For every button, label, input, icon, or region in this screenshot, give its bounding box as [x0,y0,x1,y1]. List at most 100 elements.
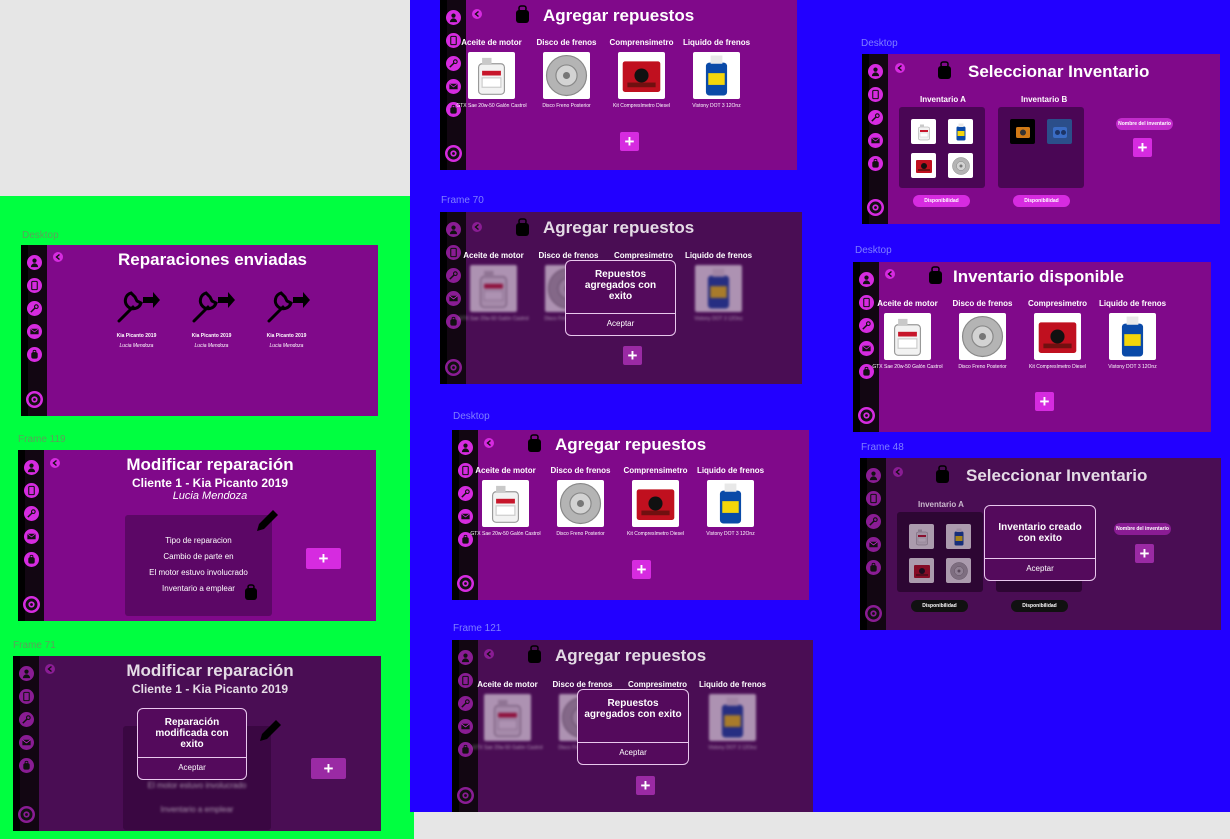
user-icon[interactable] [458,650,473,665]
backpack-icon[interactable] [19,758,34,773]
part-card[interactable]: Aceite de motor GTX Sae 20w-50 Galón Cast… [456,251,531,323]
add-inventory-button[interactable]: + [1133,138,1152,157]
part-card[interactable]: Comprensimetro Kit Compresímetro Diesel [618,466,693,538]
add-button[interactable]: + [632,560,651,579]
part-card[interactable]: Aceite de motor GTX Sae 20w-50 Galón Cast… [870,299,945,371]
part-card[interactable]: Comprensimetro Kit Compresímetro Diesel [604,38,679,110]
wrench-icon[interactable] [27,301,42,316]
user-icon[interactable] [19,666,34,681]
settings-gear-icon[interactable] [457,575,474,592]
user-icon[interactable] [868,64,883,79]
back-icon[interactable] [472,9,482,19]
availability-button[interactable]: Disponibilidad [913,195,970,207]
page-subtitle: Cliente 1 - Kia Picanto 2019 [131,682,289,696]
accept-button[interactable]: Aceptar [138,757,246,778]
part-card[interactable]: Disco de frenos Disco Freno Posterior [529,38,604,110]
wrench-icon[interactable] [19,712,34,727]
settings-gear-icon[interactable] [18,806,35,823]
mail-icon[interactable] [19,735,34,750]
inventory-name-field[interactable]: Nombre del inventario [1116,118,1173,130]
mail-icon[interactable] [24,529,39,544]
user-icon[interactable] [859,272,874,287]
back-icon[interactable] [895,63,905,73]
back-icon[interactable] [885,269,895,279]
user-icon[interactable] [446,10,461,25]
add-button[interactable]: + [311,758,346,779]
backpack-icon[interactable] [868,156,883,171]
availability-button[interactable]: Disponibilidad [1011,600,1068,612]
accept-button[interactable]: Aceptar [566,313,675,334]
settings-gear-icon[interactable] [858,407,875,424]
settings-gear-icon[interactable] [26,391,43,408]
backpack-icon[interactable] [866,560,881,575]
part-card[interactable]: Liquido de frenos Vistony DOT 3 12Onz [679,38,754,110]
inventory-name-field[interactable]: Nombre del inventario [1114,523,1171,535]
user-icon[interactable] [458,440,473,455]
settings-gear-icon[interactable] [867,199,884,216]
mail-icon[interactable] [868,133,883,148]
mail-icon[interactable] [27,324,42,339]
wrench-icon[interactable] [24,506,39,521]
success-modal: Reparación modificada con exito Aceptar [137,708,247,780]
part-card[interactable]: Aceite de motor GTX Sae 20w-50 Galón Cast… [470,680,545,752]
part-card[interactable]: Liquido de frenos Vistony DOT 3 12Onz [693,466,768,538]
document-icon[interactable] [24,483,39,498]
repair-item[interactable]: Kia Picanto 2019 Lucia Mendoza [109,285,164,349]
sidebar [862,54,888,224]
backpack-icon [929,266,942,284]
part-caption: Disco Freno Posterior [542,103,591,109]
document-icon[interactable] [19,689,34,704]
wrench-arrow-icon [117,291,160,323]
settings-gear-icon[interactable] [445,359,462,376]
availability-button[interactable]: Disponibilidad [1013,195,1070,207]
pencil-icon[interactable] [254,508,280,534]
part-card[interactable]: Liquido de frenos Vistony DOT 3 12Onz [1095,299,1170,371]
settings-gear-icon[interactable] [23,596,40,613]
document-icon[interactable] [868,87,883,102]
back-icon[interactable] [472,222,482,232]
part-card[interactable]: Disco de frenos Disco Freno Posterior [945,299,1020,371]
add-button[interactable]: + [620,132,639,151]
back-icon[interactable] [484,438,494,448]
add-button[interactable]: + [1035,392,1054,411]
wrench-icon[interactable] [868,110,883,125]
user-icon[interactable] [24,460,39,475]
detail-line: El motor estuvo involucrado [149,568,248,577]
add-button[interactable]: + [306,548,341,569]
wrench-icon[interactable] [866,514,881,529]
backpack-icon[interactable] [24,552,39,567]
user-icon[interactable] [866,468,881,483]
oil-bottle-icon [909,524,934,549]
inventory-a-box[interactable] [899,107,985,188]
accept-button[interactable]: Aceptar [985,558,1095,579]
add-button[interactable]: + [623,346,642,365]
settings-gear-icon[interactable] [865,605,882,622]
document-icon[interactable] [866,491,881,506]
settings-gear-icon[interactable] [445,145,462,162]
back-icon[interactable] [893,467,903,477]
part-card[interactable]: Compresimetro Kit Compresímetro Diesel [1020,299,1095,371]
accept-button[interactable]: Aceptar [578,742,688,763]
part-caption: Vistony DOT 3 12Onz [1108,364,1157,370]
part-card[interactable]: Liquido de frenos Vistony DOT 3 12Onz [695,680,770,752]
backpack-icon[interactable] [27,347,42,362]
repair-item[interactable]: Kia Picanto 2019 Lucia Mendoza [259,285,314,349]
user-icon[interactable] [446,222,461,237]
part-card[interactable]: Disco de frenos Disco Freno Posterior [543,466,618,538]
back-icon[interactable] [484,649,494,659]
user-icon[interactable] [27,255,42,270]
part-card[interactable]: Liquido de frenos Vistony DOT 3 12Onz [681,251,756,323]
settings-gear-icon[interactable] [457,787,474,804]
availability-button[interactable]: Disponibilidad [911,600,968,612]
part-card[interactable]: Aceite de motor GTX Sae 20w-50 Galón Cast… [468,466,543,538]
document-icon[interactable] [27,278,42,293]
part-card[interactable]: Aceite de motor GTX Sae 20w-50 Galón Cast… [454,38,529,110]
frame-modify-repair: Modificar reparación Cliente 1 - Kia Pic… [18,450,376,621]
add-button[interactable]: + [636,776,655,795]
frame-label: Desktop [855,245,892,256]
repair-item[interactable]: Kia Picanto 2019 Lucia Mendoza [184,285,239,349]
add-inventory-button[interactable]: + [1135,544,1154,563]
mail-icon[interactable] [866,537,881,552]
oil-bottle-icon [470,265,517,312]
inventory-b-box[interactable] [998,107,1084,188]
